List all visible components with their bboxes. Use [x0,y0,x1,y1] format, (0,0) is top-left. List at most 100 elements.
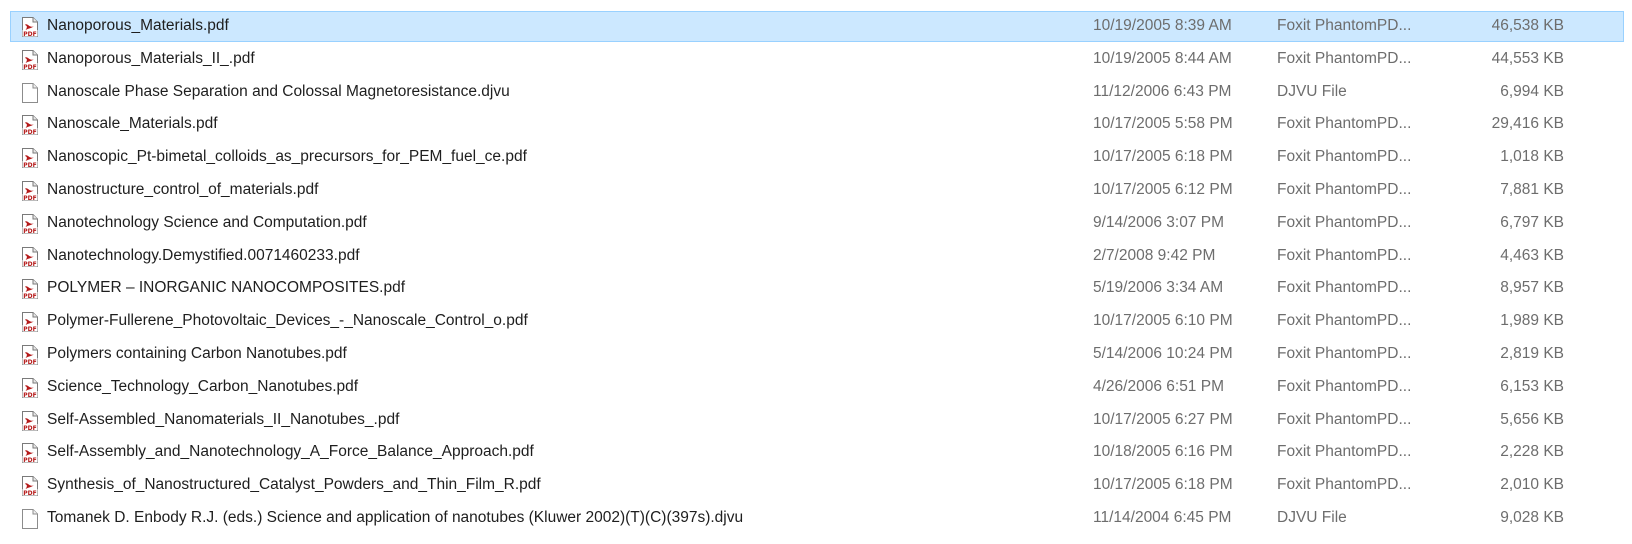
file-size: 44,553 KB [1491,49,1564,67]
svg-text:PDF: PDF [23,64,36,70]
svg-text:PDF: PDF [23,425,36,431]
svg-text:PDF: PDF [23,129,36,135]
file-row[interactable]: PDF Synthesis_of_Nanostructured_Catalyst_… [0,469,1632,502]
pdf-icon: PDF [21,213,39,234]
pdf-icon: PDF [21,49,39,70]
svg-text:PDF: PDF [23,457,36,463]
pdf-icon: PDF [21,246,39,267]
file-name: Nanoscale Phase Separation and Colossal … [47,82,510,100]
file-row[interactable]: PDF Nanoporous_Materials.pdf 10/19/2005 8:… [0,10,1632,43]
file-type: DJVU File [1277,508,1347,526]
file-date-modified: 10/17/2005 6:12 PM [1093,180,1233,198]
file-row[interactable]: PDF Nanotechnology Science and Computatio… [0,207,1632,240]
file-icon [21,82,39,103]
file-name: Nanostructure_control_of_materials.pdf [47,180,319,198]
file-date-modified: 5/19/2006 3:34 AM [1093,279,1224,297]
file-size: 1,018 KB [1500,148,1564,166]
file-type: Foxit PhantomPD... [1277,377,1412,395]
file-date-modified: 9/14/2006 3:07 PM [1093,213,1224,231]
file-type: Foxit PhantomPD... [1277,115,1412,133]
file-row[interactable]: PDF Nanotechnology.Demystified.0071460233… [0,240,1632,273]
file-date-modified: 11/12/2006 6:43 PM [1093,82,1232,100]
file-name: Nanotechnology.Demystified.0071460233.pd… [47,246,360,264]
pdf-icon: PDF [21,148,39,169]
file-type: Foxit PhantomPD... [1277,148,1412,166]
svg-text:PDF: PDF [23,228,36,234]
file-name: Science_Technology_Carbon_Nanotubes.pdf [47,377,359,395]
file-row[interactable]: PDF Nanostructure_control_of_materials.pd… [0,174,1632,207]
file-row[interactable]: PDF Nanoporous_Materials_II_.pdf 10/19/200… [0,43,1632,76]
file-size: 5,656 KB [1500,410,1564,428]
file-row[interactable]: PDF Science_Technology_Carbon_Nanotubes.p… [0,371,1632,404]
file-type: Foxit PhantomPD... [1277,17,1412,34]
pdf-icon: PDF [21,410,39,431]
file-date-modified: 10/18/2005 6:16 PM [1093,443,1233,461]
file-type: Foxit PhantomPD... [1277,344,1412,362]
file-name: Nanotechnology Science and Computation.p… [47,213,367,231]
file-row[interactable]: PDF Self-Assembled_Nanomaterials_II_Nanot… [0,404,1632,437]
file-size: 6,797 KB [1500,213,1564,231]
file-size: 1,989 KB [1500,312,1564,330]
file-size: 8,957 KB [1500,279,1564,297]
file-size: 2,010 KB [1500,476,1564,494]
pdf-icon: PDF [21,377,39,398]
file-date-modified: 10/19/2005 8:44 AM [1093,49,1232,67]
file-size: 6,994 KB [1500,82,1564,100]
file-date-modified: 10/17/2005 6:27 PM [1093,410,1233,428]
file-size: 9,028 KB [1500,508,1564,526]
file-type: Foxit PhantomPD... [1277,49,1412,67]
file-name: Tomanek D. Enbody R.J. (eds.) Science an… [47,508,744,526]
file-name: Synthesis_of_Nanostructured_Catalyst_Pow… [47,476,541,494]
pdf-icon: PDF [21,17,39,37]
file-date-modified: 5/14/2006 10:24 PM [1093,344,1233,362]
file-name: Polymer-Fullerene_Photovoltaic_Devices_-… [47,312,528,330]
file-name: Self-Assembled_Nanomaterials_II_Nanotube… [47,410,400,428]
file-row[interactable]: PDF Self-Assembly_and_Nanotechnology_A_Fo… [0,436,1632,469]
file-date-modified: 10/17/2005 6:10 PM [1093,312,1233,330]
file-type: Foxit PhantomPD... [1277,312,1412,330]
svg-text:PDF: PDF [23,162,36,168]
svg-text:PDF: PDF [23,293,36,299]
svg-text:PDF: PDF [23,261,36,267]
file-size: 46,538 KB [1491,17,1564,34]
file-date-modified: 10/17/2005 5:58 PM [1093,115,1233,133]
file-row[interactable]: PDF Polymer-Fullerene_Photovoltaic_Device… [0,305,1632,338]
file-date-modified: 10/19/2005 8:39 AM [1093,17,1232,34]
file-row[interactable]: Nanoscale Phase Separation and Colossal … [0,76,1632,109]
file-row[interactable]: PDF Nanoscale_Materials.pdf 10/17/2005 5:5… [0,108,1632,141]
file-type: Foxit PhantomPD... [1277,410,1412,428]
svg-text:PDF: PDF [23,490,36,496]
pdf-icon: PDF [21,312,39,333]
file-type: DJVU File [1277,82,1347,100]
file-type: Foxit PhantomPD... [1277,246,1412,264]
file-name: Self-Assembly_and_Nanotechnology_A_Force… [47,443,534,461]
pdf-icon: PDF [21,344,39,365]
svg-text:PDF: PDF [23,31,36,37]
pdf-icon: PDF [21,279,39,300]
file-type: Foxit PhantomPD... [1277,443,1412,461]
svg-text:PDF: PDF [23,392,36,398]
file-icon [21,508,39,529]
pdf-icon: PDF [21,180,39,201]
file-name: Nanoscopic_Pt-bimetal_colloids_as_precur… [47,148,527,166]
file-date-modified: 10/17/2005 6:18 PM [1093,476,1233,494]
file-list: PDF Nanoporous_Materials.pdf 10/19/2005 8:… [0,0,1632,544]
file-type: Foxit PhantomPD... [1277,213,1412,231]
svg-text:PDF: PDF [23,326,36,332]
file-row[interactable]: Tomanek D. Enbody R.J. (eds.) Science an… [0,502,1632,535]
file-type: Foxit PhantomPD... [1277,476,1412,494]
file-row[interactable]: PDF Nanoscopic_Pt-bimetal_colloids_as_pre… [0,141,1632,174]
pdf-icon: PDF [21,443,39,464]
file-size: 4,463 KB [1500,246,1564,264]
file-name: Nanoporous_Materials_II_.pdf [47,49,255,67]
pdf-icon: PDF [21,476,39,497]
file-name: Polymers containing Carbon Nanotubes.pdf [47,344,347,362]
pdf-icon: PDF [21,115,39,136]
svg-text:PDF: PDF [23,195,36,201]
file-row[interactable]: PDF Polymers containing Carbon Nanotubes.… [0,338,1632,371]
file-type: Foxit PhantomPD... [1277,279,1412,297]
file-row[interactable]: PDF POLYMER – INORGANIC NANOCOMPOSITES.pd… [0,272,1632,305]
file-name: POLYMER – INORGANIC NANOCOMPOSITES.pdf [47,279,406,297]
file-name: Nanoporous_Materials.pdf [47,17,229,34]
file-date-modified: 4/26/2006 6:51 PM [1093,377,1224,395]
